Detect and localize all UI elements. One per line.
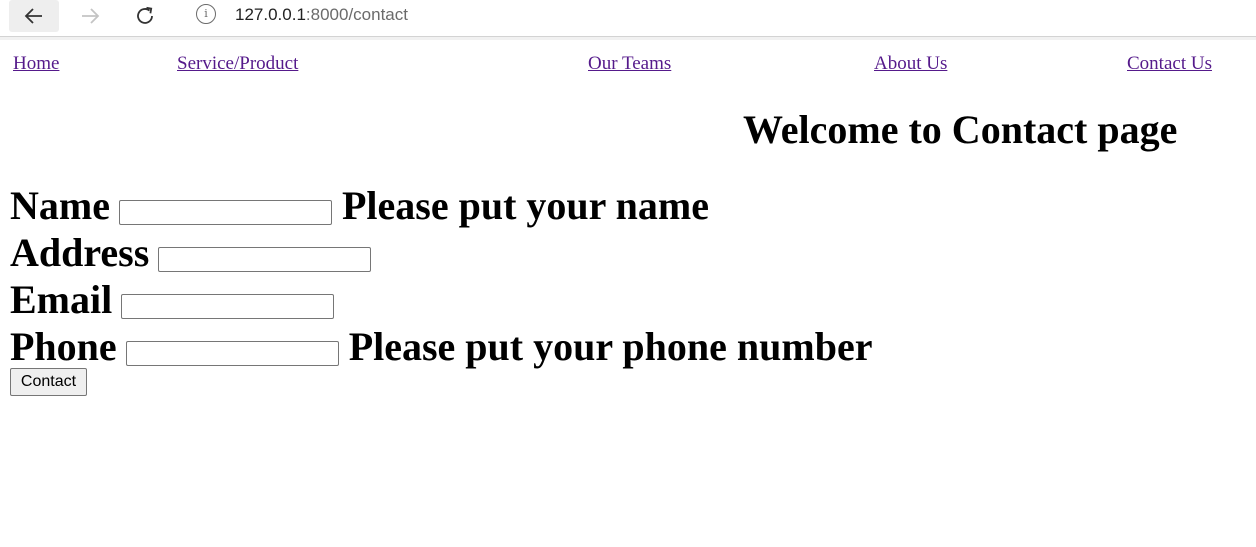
arrow-left-icon — [24, 8, 42, 24]
address-label: Address — [10, 230, 150, 275]
nav-link-contact-us[interactable]: Contact Us — [1127, 53, 1212, 75]
browser-toolbar: i 127.0.0.1:8000/contact — [0, 0, 1256, 37]
page-title: Welcome to Contact page — [743, 107, 1178, 152]
name-input[interactable] — [118, 200, 332, 225]
url-text[interactable]: 127.0.0.1:8000/contact — [235, 4, 408, 26]
address-row: Address — [10, 229, 372, 276]
url-host: 127.0.0.1 — [235, 5, 306, 24]
contact-button[interactable]: Contact — [10, 368, 87, 396]
nav-link-our-teams[interactable]: Our Teams — [588, 53, 671, 75]
phone-input[interactable] — [125, 341, 339, 366]
reload-icon — [137, 6, 153, 24]
arrow-right-icon — [82, 8, 100, 24]
name-label: Name — [10, 183, 110, 228]
email-row: Email — [10, 276, 335, 323]
address-input[interactable] — [158, 247, 372, 272]
url-path: :8000/contact — [305, 5, 408, 24]
info-icon[interactable]: i — [196, 4, 216, 24]
nav-link-home[interactable]: Home — [13, 53, 59, 75]
phone-label: Phone — [10, 324, 117, 369]
name-hint: Please put your name — [341, 183, 709, 228]
address-bar[interactable]: i 127.0.0.1:8000/contact — [182, 0, 1256, 32]
forward-button[interactable] — [65, 0, 115, 32]
email-input[interactable] — [121, 294, 335, 319]
nav-link-service-product[interactable]: Service/Product — [177, 53, 298, 75]
phone-row: Phone Please put your phone number — [10, 323, 872, 370]
page-content: Home Service/Product Our Teams About Us … — [0, 41, 1256, 547]
name-row: Name Please put your name — [10, 182, 709, 229]
phone-hint: Please put your phone number — [348, 324, 873, 369]
nav-link-about-us[interactable]: About Us — [874, 53, 947, 75]
back-button[interactable] — [9, 0, 59, 32]
reload-button[interactable] — [120, 0, 170, 32]
email-label: Email — [10, 277, 113, 322]
